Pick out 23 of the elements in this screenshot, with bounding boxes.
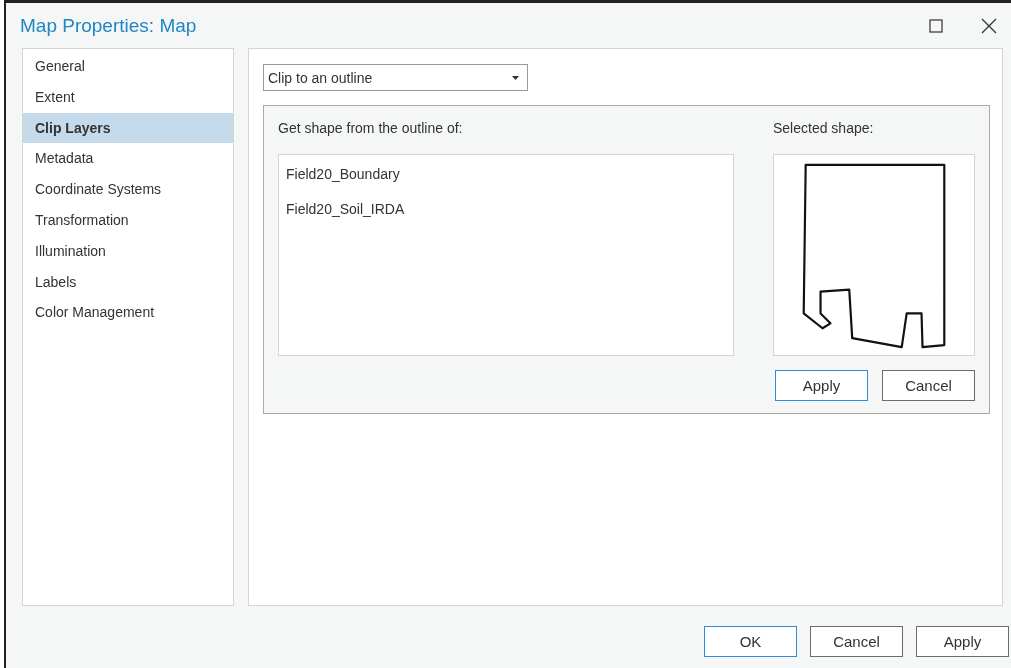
- sidebar-item[interactable]: Metadata: [23, 143, 233, 175]
- layer-list-item[interactable]: Field20_Soil_IRDA: [279, 196, 733, 231]
- caret-icon: [512, 75, 519, 80]
- dialog-button[interactable]: Apply: [916, 626, 1009, 657]
- sidebar-item[interactable]: Coordinate Systems: [23, 174, 233, 205]
- dialog-button[interactable]: Cancel: [882, 370, 975, 401]
- sidebar-item[interactable]: General: [23, 51, 233, 82]
- window-title: Map Properties: Map: [20, 14, 197, 37]
- sidebar-item[interactable]: Labels: [23, 266, 233, 298]
- clip-mode-dropdown[interactable]: Clip to an outline: [263, 64, 528, 91]
- close-icon[interactable]: [981, 17, 997, 34]
- preview-label: Selected shape:: [773, 120, 875, 138]
- dialog-button[interactable]: Apply: [775, 370, 868, 401]
- sidebar-item[interactable]: Transformation: [23, 205, 233, 236]
- maximize-icon[interactable]: [929, 18, 943, 33]
- dialog-button[interactable]: OK: [704, 626, 797, 657]
- sidebar-item[interactable]: Illumination: [23, 235, 233, 267]
- layer-list-item[interactable]: Field20_Boundary: [279, 161, 733, 196]
- list-label: Get shape from the outline of:: [278, 120, 464, 138]
- sidebar-item[interactable]: Extent: [23, 81, 233, 113]
- dialog-button[interactable]: Cancel: [810, 626, 903, 657]
- sidebar-item[interactable]: Color Management: [23, 297, 233, 329]
- sidebar-item[interactable]: Clip Layers: [23, 112, 233, 144]
